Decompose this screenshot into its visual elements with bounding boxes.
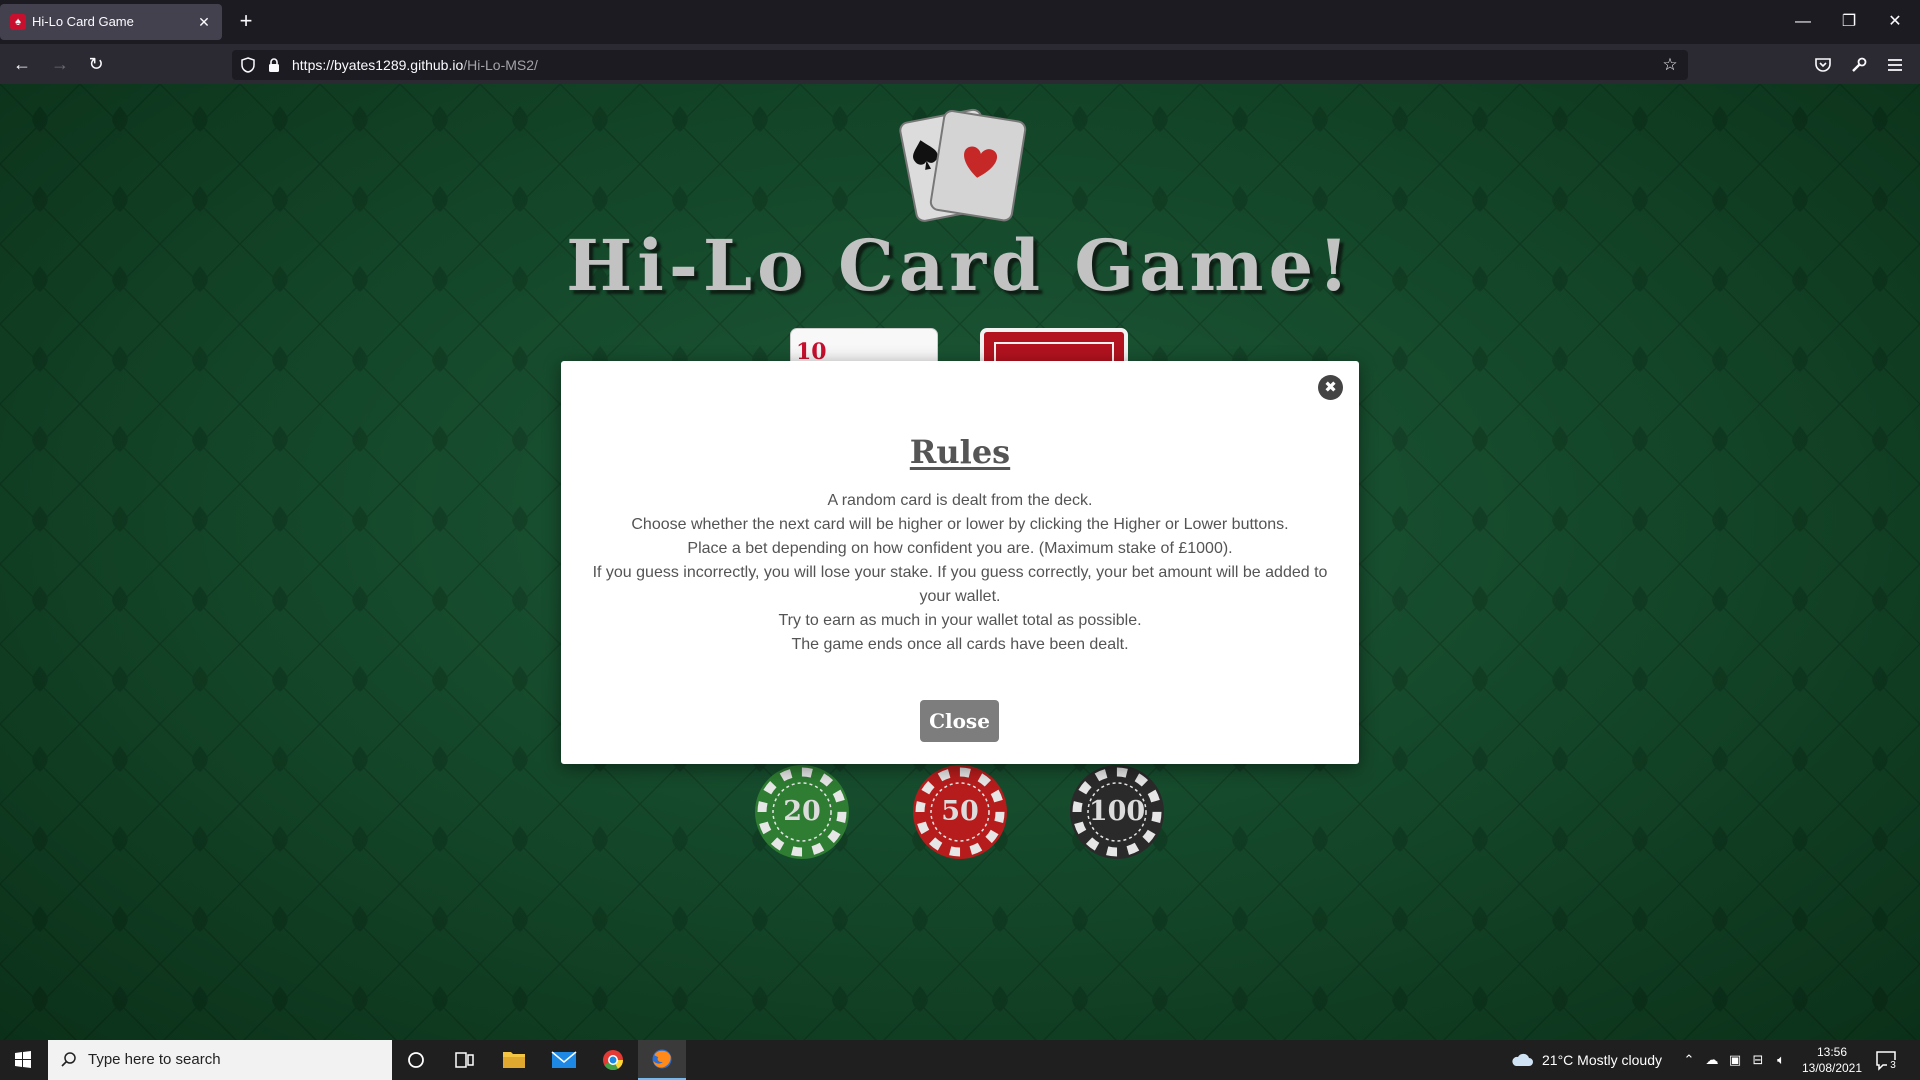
rule-item: Try to earn as much in your wallet total… [778, 612, 1142, 629]
url-text[interactable]: https://byates1289.github.io/Hi-Lo-MS2/ [292, 57, 538, 73]
file-explorer-icon[interactable] [490, 1040, 538, 1080]
shield-icon[interactable] [240, 57, 256, 73]
forward-button[interactable]: → [46, 50, 74, 78]
taskbar-search-box[interactable]: Type here to search [48, 1040, 392, 1080]
clock-date: 13/08/2021 [1801, 1061, 1863, 1075]
search-icon [61, 1052, 76, 1067]
rules-modal: ✖ Rules A random card is dealt from the … [561, 361, 1359, 764]
security-icon[interactable]: ▣ [1726, 1051, 1744, 1069]
tab-title: Hi-Lo Card Game [32, 14, 134, 29]
bookmark-star-icon[interactable]: ☆ [1660, 55, 1680, 75]
chrome-icon[interactable] [589, 1040, 637, 1080]
pocket-icon[interactable] [1814, 56, 1832, 74]
network-icon[interactable]: ⊟ [1749, 1051, 1767, 1069]
wrench-icon[interactable] [1850, 56, 1868, 74]
system-clock[interactable]: 13:56 13/08/2021 [1800, 1044, 1864, 1076]
reload-button[interactable]: ↻ [82, 50, 110, 78]
rule-item: Choose whether the next card will be hig… [631, 516, 1289, 533]
url-path: /Hi-Lo-MS2/ [463, 57, 538, 73]
hamburger-menu-icon[interactable] [1886, 56, 1904, 74]
new-tab-button[interactable]: + [232, 8, 260, 36]
rule-item: The game ends once all cards have been d… [791, 636, 1129, 653]
rule-item: A random card is dealt from the deck. [827, 492, 1093, 509]
notification-count: 3 [1887, 1060, 1899, 1072]
browser-tab-bar: ♠ Hi-Lo Card Game ✕ + — ❐ ✕ [0, 0, 1920, 44]
tray-chevron-icon[interactable]: ⌃ [1680, 1051, 1698, 1069]
notification-center-icon[interactable]: 3 [1874, 1048, 1899, 1072]
back-button[interactable]: ← [8, 50, 36, 78]
lock-icon[interactable] [266, 57, 282, 73]
mail-icon[interactable] [540, 1040, 588, 1080]
task-view-icon[interactable] [440, 1040, 488, 1080]
firefox-icon[interactable] [638, 1040, 686, 1080]
close-window-icon[interactable]: ✕ [1872, 6, 1918, 38]
restore-icon[interactable]: ❐ [1826, 6, 1872, 38]
windows-start-icon[interactable] [0, 1040, 46, 1080]
tab-close-icon[interactable]: ✕ [194, 12, 214, 32]
search-placeholder: Type here to search [88, 1051, 221, 1068]
close-button[interactable]: Close [920, 700, 999, 742]
cortana-icon[interactable] [392, 1040, 440, 1080]
weather-cloud-icon[interactable] [1510, 1050, 1534, 1070]
game-page: Hi-Lo Card Game! 10 20 50 100 ✖ Rules A … [0, 84, 1920, 1040]
modal-heading: Rules [909, 433, 1011, 471]
minimize-icon[interactable]: — [1780, 6, 1826, 38]
rule-item: Place a bet depending on how confident y… [687, 540, 1233, 557]
close-x-icon[interactable]: ✖ [1318, 375, 1343, 400]
weather-text[interactable]: 21°C Mostly cloudy [1542, 1052, 1662, 1068]
card-favicon-icon: ♠ [10, 14, 26, 30]
browser-tab[interactable]: ♠ Hi-Lo Card Game ✕ [0, 4, 222, 40]
windows-taskbar: Type here to search 21°C Mostly cloudy ⌃… [0, 1040, 1920, 1080]
url-domain: https://byates1289.github.io [292, 57, 464, 73]
onedrive-icon[interactable]: ☁ [1703, 1051, 1721, 1069]
url-bar[interactable]: https://byates1289.github.io/Hi-Lo-MS2/ … [232, 50, 1688, 80]
volume-icon[interactable]: 🔈︎ [1772, 1051, 1790, 1069]
browser-nav-bar: ← → ↻ https://byates1289.github.io/Hi-Lo… [0, 44, 1920, 84]
rule-item: If you guess incorrectly, you will lose … [592, 564, 1328, 605]
clock-time: 13:56 [1816, 1045, 1848, 1059]
rules-list: A random card is dealt from the deck. Ch… [591, 489, 1329, 657]
